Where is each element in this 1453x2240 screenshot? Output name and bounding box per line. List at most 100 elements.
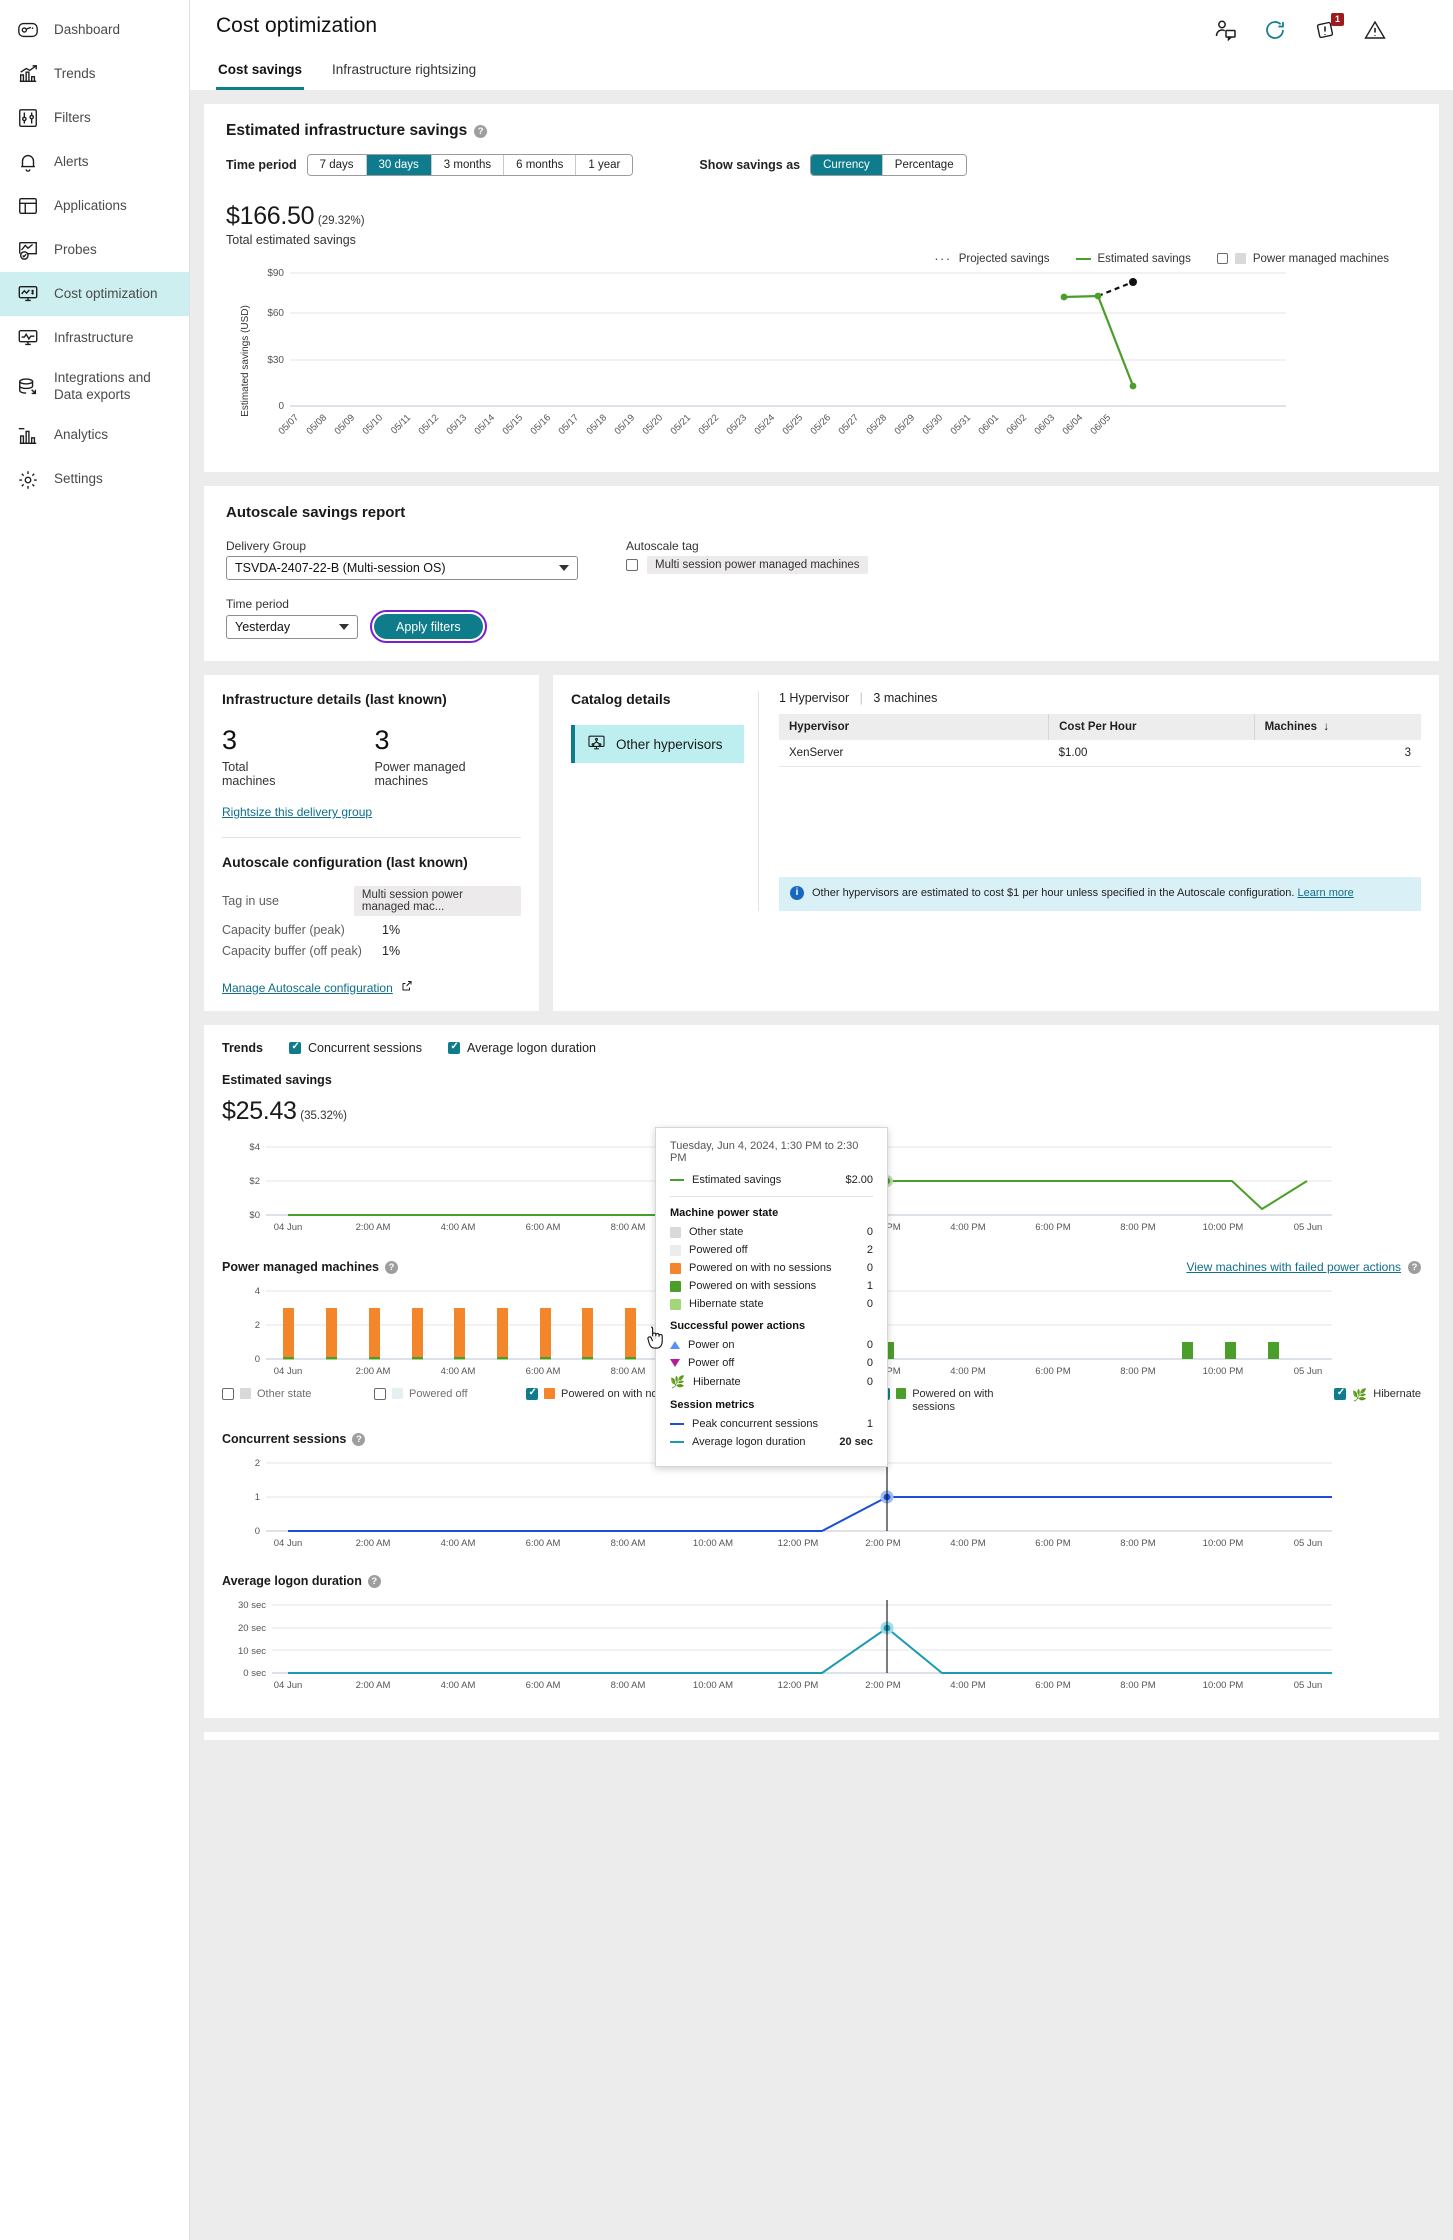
- sidebar-item-dashboard[interactable]: Dashboard: [0, 8, 189, 52]
- help-icon[interactable]: ?: [474, 124, 488, 138]
- tab-infrastructure-rightsizing[interactable]: Infrastructure rightsizing: [330, 56, 478, 90]
- legend-estimated-savings[interactable]: Estimated savings: [1075, 253, 1191, 265]
- time-period-option-6-months[interactable]: 6 months: [504, 155, 577, 175]
- svg-text:10:00 AM: 10:00 AM: [693, 1680, 733, 1691]
- sidebar-item-applications[interactable]: Applications: [0, 184, 189, 228]
- time-period-option-30-days[interactable]: 30 days: [366, 155, 432, 175]
- tooltip-value: 20 sec: [839, 1436, 873, 1448]
- table-row[interactable]: XenServer $1.00 3: [779, 740, 1421, 767]
- checkbox-icon[interactable]: [222, 1388, 234, 1400]
- rightsize-delivery-group-link[interactable]: Rightsize this delivery group: [222, 805, 372, 819]
- failed-power-actions-link[interactable]: View machines with failed power actions: [1186, 1260, 1401, 1274]
- catalog-details-card: Catalog details Other hypervisors 1 Hype…: [553, 675, 1439, 1011]
- sidebar-item-infrastructure[interactable]: Infrastructure: [0, 316, 189, 360]
- sidebar-item-analytics[interactable]: Analytics: [0, 414, 189, 458]
- sidebar-item-filters[interactable]: Filters: [0, 96, 189, 140]
- svg-text:8:00 AM: 8:00 AM: [611, 1680, 646, 1691]
- sidebar-item-label: Analytics: [54, 427, 109, 443]
- legend-projected-savings[interactable]: ··· Projected savings: [934, 251, 1049, 266]
- window-icon: [16, 194, 40, 218]
- delivery-group-select[interactable]: TSVDA-2407-22-B (Multi-session OS): [226, 556, 578, 580]
- svg-text:6:00 AM: 6:00 AM: [526, 1538, 561, 1549]
- time-period-label: Time period: [226, 158, 297, 172]
- legend-item-other-state[interactable]: Other state: [222, 1388, 374, 1401]
- svg-text:8:00 PM: 8:00 PM: [1120, 1538, 1155, 1549]
- delivery-group-label: Delivery Group: [226, 539, 307, 553]
- time-period-option-7-days[interactable]: 7 days: [307, 155, 367, 175]
- help-icon[interactable]: ?: [1408, 1260, 1421, 1274]
- svg-text:2:00 AM: 2:00 AM: [356, 1538, 391, 1549]
- svg-text:05/25: 05/25: [781, 412, 806, 437]
- checkbox-icon[interactable]: [289, 1041, 301, 1054]
- alerts-diamond-icon[interactable]: 1: [1313, 13, 1344, 42]
- hypervisor-table: Hypervisor Cost Per Hour Machines ↓ XenS…: [779, 714, 1421, 767]
- column-header-cost-per-hour[interactable]: Cost Per Hour: [1048, 714, 1255, 740]
- svg-text:4:00 AM: 4:00 AM: [441, 1538, 476, 1549]
- time-period-option-1-year[interactable]: 1 year: [576, 155, 633, 175]
- savings-mode-option-percentage[interactable]: Percentage: [882, 155, 966, 175]
- sidebar-item-cost-optimization[interactable]: Cost optimization: [0, 272, 189, 316]
- tooltip-label: Powered off: [689, 1244, 748, 1256]
- autoscale-tag-pill[interactable]: Multi session power managed machines: [647, 556, 868, 574]
- chevron-down-icon: [339, 623, 349, 630]
- catalog-tile-other-hypervisors[interactable]: Other hypervisors: [571, 725, 744, 763]
- sidebar-item-probes[interactable]: Probes: [0, 228, 189, 272]
- separator: |: [859, 691, 863, 705]
- checkbox-icon[interactable]: [1334, 1387, 1347, 1400]
- legend-label: Powered on with sessions: [912, 1388, 994, 1414]
- infrastructure-details-title: Infrastructure details (last known): [222, 691, 447, 707]
- total-savings-value: $166.50: [226, 202, 315, 230]
- time-period-select[interactable]: Yesterday: [226, 614, 358, 639]
- svg-text:05/23: 05/23: [725, 412, 750, 437]
- trends-toggle-concurrent-sessions[interactable]: Concurrent sessions: [289, 1041, 422, 1055]
- external-link-icon[interactable]: [401, 980, 413, 995]
- learn-more-link[interactable]: Learn more: [1298, 887, 1354, 899]
- legend-power-managed-machines[interactable]: Power managed machines: [1216, 253, 1389, 265]
- checkbox-icon[interactable]: [1216, 253, 1228, 264]
- savings-mode-option-currency[interactable]: Currency: [811, 155, 883, 175]
- sidebar-item-alerts[interactable]: Alerts: [0, 140, 189, 184]
- checkbox-icon[interactable]: [447, 1041, 460, 1054]
- help-icon[interactable]: ?: [385, 1260, 399, 1274]
- tooltip-row-hibernate: 🌿 Hibernate 0: [670, 1375, 873, 1389]
- bottom-card-edge: [204, 1732, 1439, 1741]
- refresh-icon[interactable]: [1263, 18, 1287, 42]
- time-period-option-3-months[interactable]: 3 months: [431, 155, 505, 175]
- svg-text:05 Jun: 05 Jun: [1294, 1680, 1323, 1691]
- sidebar-item-integrations-and-data-exports[interactable]: Integrations and Data exports: [0, 360, 189, 414]
- sidebar-item-trends[interactable]: Trends: [0, 52, 189, 96]
- tooltip-value: 2: [866, 1244, 873, 1256]
- tooltip-row-other-state: Other state 0: [670, 1226, 873, 1238]
- analytics-bar-icon: [16, 424, 40, 448]
- time-period-value: Yesterday: [235, 619, 291, 634]
- help-icon[interactable]: ?: [367, 1574, 381, 1588]
- tooltip-power-state-header: Machine power state: [670, 1207, 779, 1219]
- tab-cost-savings[interactable]: Cost savings: [216, 56, 305, 90]
- legend-item-hibernate[interactable]: 🌿 Hibernate: [1334, 1387, 1421, 1402]
- warning-triangle-icon[interactable]: [1363, 18, 1387, 42]
- legend-item-powered-off[interactable]: Powered off: [374, 1388, 526, 1401]
- column-header-hypervisor[interactable]: Hypervisor: [779, 714, 1050, 740]
- info-icon: i: [790, 886, 804, 901]
- config-key: Tag in use: [222, 894, 279, 908]
- help-icon[interactable]: ?: [352, 1432, 366, 1446]
- color-swatch-icon: [670, 1226, 681, 1238]
- manage-autoscale-configuration-link[interactable]: Manage Autoscale configuration: [222, 981, 393, 995]
- autoscale-tag-checkbox[interactable]: [626, 559, 638, 571]
- checkbox-icon[interactable]: [526, 1387, 538, 1400]
- trends-toggle-average-logon-duration[interactable]: Average logon duration: [447, 1041, 596, 1055]
- autoscale-tag-label: Autoscale tag: [626, 539, 699, 553]
- trends-toggle-row: Trends Concurrent sessions Average logon…: [222, 1041, 1421, 1055]
- column-header-machines[interactable]: Machines ↓: [1254, 714, 1421, 740]
- checkbox-icon[interactable]: [374, 1388, 386, 1400]
- legend-item-powered-on-with-sessions[interactable]: Powered on with sessions: [878, 1387, 1030, 1414]
- apply-filters-button[interactable]: Apply filters: [370, 610, 487, 643]
- app-root: Dashboard Trends Filters Alerts Applicat…: [0, 0, 1453, 2240]
- svg-text:8:00 PM: 8:00 PM: [1120, 1222, 1155, 1233]
- user-feedback-icon[interactable]: [1213, 18, 1237, 42]
- svg-text:2: 2: [255, 1320, 260, 1331]
- svg-text:06/05: 06/05: [1089, 412, 1114, 437]
- table-header-row: Hypervisor Cost Per Hour Machines ↓: [779, 714, 1421, 740]
- svg-text:05/11: 05/11: [389, 412, 413, 436]
- sidebar-item-settings[interactable]: Settings: [0, 458, 189, 502]
